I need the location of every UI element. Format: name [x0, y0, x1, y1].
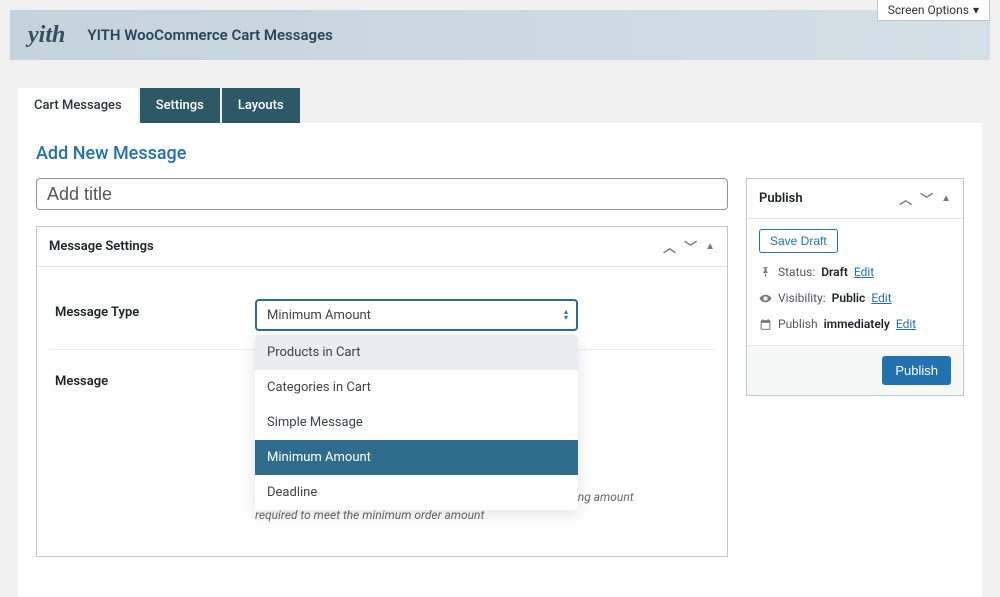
chevron-up-icon[interactable]: ︿ [899, 189, 912, 208]
tabs-nav: Cart Messages Settings Layouts [18, 88, 1000, 123]
status-label: Status: [778, 265, 815, 279]
message-type-value: Minimum Amount [267, 308, 371, 323]
edit-publish-link[interactable]: Edit [896, 317, 916, 331]
message-settings-box: Message Settings ︿ ﹀ ▲ Message Type Mini… [36, 226, 728, 557]
chevron-down-icon: ▾ [973, 3, 979, 17]
save-draft-button[interactable]: Save Draft [759, 229, 838, 253]
chevron-up-icon[interactable]: ︿ [663, 237, 676, 256]
publish-date-label: Publish [778, 317, 818, 331]
message-type-label: Message Type [55, 299, 255, 331]
option-deadline[interactable]: Deadline [255, 475, 578, 510]
publish-date-value: immediately [824, 317, 890, 331]
option-products-in-cart[interactable]: Products in Cart [255, 335, 578, 370]
tab-settings[interactable]: Settings [140, 88, 220, 123]
visibility-label: Visibility: [778, 291, 826, 305]
option-minimum-amount[interactable]: Minimum Amount [255, 440, 578, 475]
plugin-title: YITH WooCommerce Cart Messages [87, 26, 333, 44]
chevron-down-icon[interactable]: ﹀ [920, 189, 933, 208]
message-type-select[interactable]: Minimum Amount ▴▾ [255, 299, 578, 331]
edit-visibility-link[interactable]: Edit [871, 291, 891, 305]
tab-layouts[interactable]: Layouts [222, 88, 300, 123]
triangle-up-icon[interactable]: ▲ [941, 193, 951, 204]
title-input[interactable] [36, 178, 728, 210]
eye-icon [759, 292, 772, 305]
status-value: Draft [821, 265, 848, 279]
message-type-dropdown: Products in Cart Categories in Cart Simp… [255, 335, 578, 510]
option-simple-message[interactable]: Simple Message [255, 405, 578, 440]
publish-button[interactable]: Publish [882, 356, 951, 385]
visibility-value: Public [832, 291, 866, 305]
page-title: Add New Message [36, 143, 982, 164]
option-categories-in-cart[interactable]: Categories in Cart [255, 370, 578, 405]
tab-cart-messages[interactable]: Cart Messages [18, 88, 138, 123]
select-arrows-icon: ▴▾ [564, 309, 568, 321]
edit-status-link[interactable]: Edit [854, 265, 874, 279]
publish-box-title: Publish [759, 191, 803, 206]
message-settings-title: Message Settings [49, 239, 154, 254]
pin-icon [759, 266, 772, 279]
screen-options-label: Screen Options [888, 3, 969, 17]
screen-options-toggle[interactable]: Screen Options ▾ [877, 0, 990, 21]
content-area: Add New Message Message Settings ︿ ﹀ ▲ M… [18, 123, 982, 597]
chevron-down-icon[interactable]: ﹀ [684, 237, 697, 256]
plugin-header: yith YITH WooCommerce Cart Messages [10, 10, 990, 60]
message-label: Message [55, 368, 255, 524]
calendar-icon [759, 318, 772, 331]
triangle-up-icon[interactable]: ▲ [705, 241, 715, 252]
publish-box: Publish ︿ ﹀ ▲ Save Draft Status: Draft E… [746, 178, 964, 396]
yith-logo: yith [28, 22, 65, 49]
